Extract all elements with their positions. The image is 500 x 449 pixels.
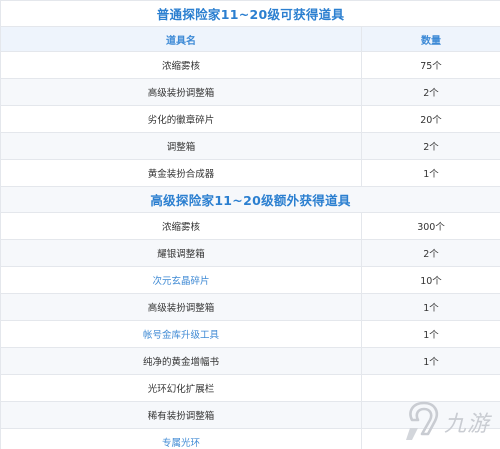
column-header-name: 道具名	[0, 26, 362, 52]
item-qty: 2个	[360, 132, 500, 160]
section-2-title: 高级探险家11~20级额外获得道具	[0, 186, 500, 213]
item-name-link[interactable]: 次元玄晶碎片	[0, 266, 362, 294]
table-row: 黄金装扮合成器 1个	[0, 159, 500, 187]
item-name-link[interactable]: 专属光环	[0, 428, 362, 449]
section-title-row: 普通探险家11~20级可获得道具	[0, 0, 500, 27]
page: 普通探险家11~20级可获得道具 道具名 数量 浓缩雾核 75个 高级装扮调整箱…	[0, 0, 500, 449]
item-qty: 20个	[360, 105, 500, 133]
table-row: 调整箱 2个	[0, 132, 500, 160]
table-row: 劣化的徽章碎片 20个	[0, 105, 500, 133]
item-name: 光环幻化扩展栏	[0, 374, 362, 402]
item-name: 高级装扮调整箱	[0, 78, 362, 106]
watermark-text: 九游	[444, 412, 491, 437]
item-name: 耀银调整箱	[0, 239, 362, 267]
jiuyou-logo-icon	[406, 401, 439, 440]
table-row: 次元玄晶碎片 10个	[0, 266, 500, 294]
item-name-link[interactable]: 帐号金库升级工具	[0, 320, 362, 348]
item-name: 高级装扮调整箱	[0, 293, 362, 321]
watermark: 九游	[404, 397, 494, 447]
column-header-qty: 数量	[360, 26, 500, 52]
item-qty: 1个	[360, 347, 500, 375]
table-row: 帐号金库升级工具 1个	[0, 320, 500, 348]
item-name: 纯净的黄金增幅书	[0, 347, 362, 375]
table-header-row: 道具名 数量	[0, 26, 500, 52]
item-qty: 10个	[360, 266, 500, 294]
item-qty: 1个	[360, 159, 500, 187]
item-qty: 1个	[360, 320, 500, 348]
items-table: 普通探险家11~20级可获得道具 道具名 数量 浓缩雾核 75个 高级装扮调整箱…	[0, 0, 500, 449]
item-qty: 2个	[360, 239, 500, 267]
item-qty: 2个	[360, 78, 500, 106]
item-name: 浓缩雾核	[0, 51, 362, 79]
table-row: 浓缩雾核 300个	[0, 212, 500, 240]
item-name: 黄金装扮合成器	[0, 159, 362, 187]
item-name: 浓缩雾核	[0, 212, 362, 240]
item-name: 劣化的徽章碎片	[0, 105, 362, 133]
table-row: 纯净的黄金增幅书 1个	[0, 347, 500, 375]
table-row: 耀银调整箱 2个	[0, 239, 500, 267]
section-title-row: 高级探险家11~20级额外获得道具	[0, 186, 500, 213]
table-row: 浓缩雾核 75个	[0, 51, 500, 79]
item-name: 调整箱	[0, 132, 362, 160]
table-row: 高级装扮调整箱 1个	[0, 293, 500, 321]
item-qty: 1个	[360, 293, 500, 321]
table-row: 高级装扮调整箱 2个	[0, 78, 500, 106]
item-name: 稀有装扮调整箱	[0, 401, 362, 429]
item-qty: 75个	[360, 51, 500, 79]
section-1-title: 普通探险家11~20级可获得道具	[0, 0, 500, 27]
item-qty: 300个	[360, 212, 500, 240]
